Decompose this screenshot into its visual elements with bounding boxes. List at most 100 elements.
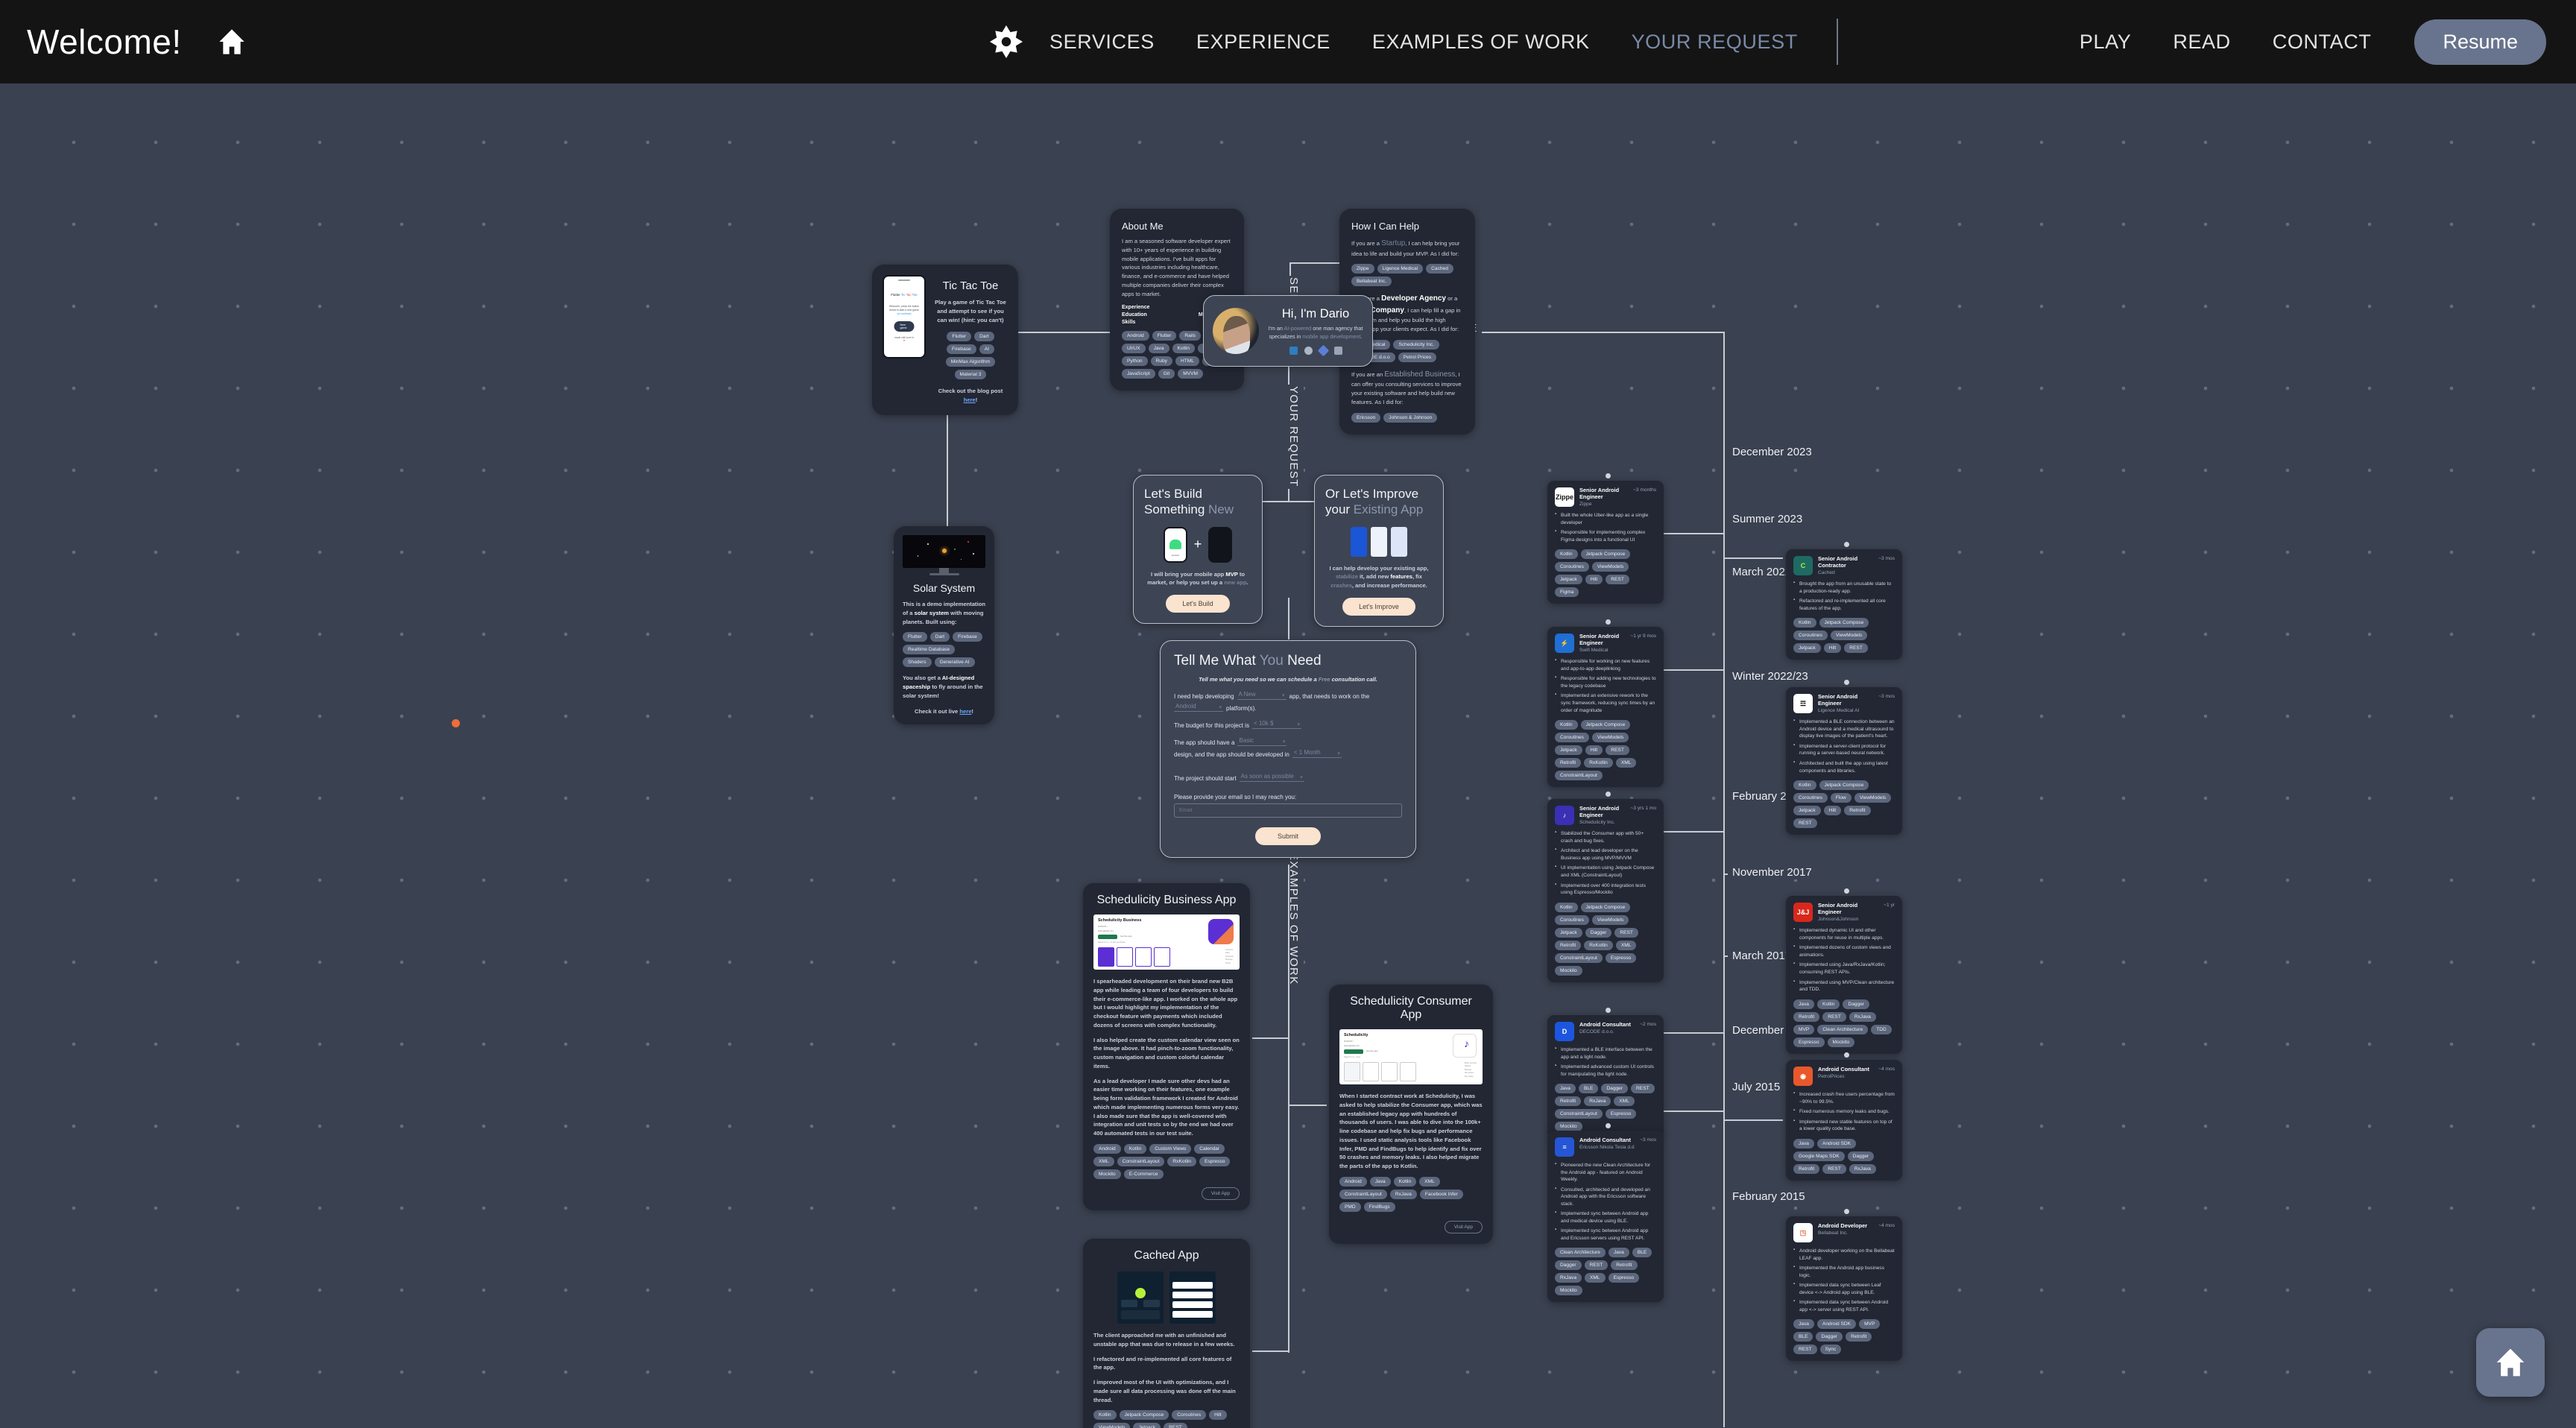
job-company: DECODE d.o.o. [1579, 1029, 1614, 1035]
lets-build-card[interactable]: Let's Build Something New android + I wi… [1133, 475, 1263, 625]
lets-improve-card[interactable]: Or Let's Improve your Existing App I can… [1314, 475, 1444, 627]
company-logo-icon: J&J [1793, 903, 1813, 922]
project-card-schedulicity-business[interactable]: Schedulicity Business App Schedulicity B… [1083, 883, 1250, 1211]
edge-line [1252, 1037, 1288, 1039]
hero-profile-card[interactable]: Hi, I'm Dario I'm an AI-powered one man … [1203, 295, 1373, 367]
node-handle[interactable] [1844, 680, 1849, 685]
home-icon[interactable] [2476, 1328, 2545, 1397]
tech-chip: ViewModels [1591, 733, 1629, 743]
project-card-schedulicity-consumer[interactable]: Schedulicity Consumer App Schedulicity ★… [1329, 985, 1493, 1244]
node-handle[interactable] [1606, 1008, 1611, 1013]
tech-chip: RxJava [1555, 1273, 1582, 1283]
visit-app-button[interactable]: Visit App [1444, 1220, 1483, 1233]
company-logo-icon: Zippe [1555, 487, 1574, 507]
tech-chip: Kotlin [1555, 902, 1578, 912]
tech-chip: Figma [1555, 587, 1579, 598]
cached-app-screenshots [1093, 1271, 1240, 1324]
experience-job-card[interactable]: ☲ Senior Android Engineer Ligence Medical … [1786, 680, 1902, 835]
node-graph-canvas[interactable]: SERVICES PLAYGROUND EXPERIENCE YOUR REQU… [0, 83, 2576, 1428]
help-text: or a [1446, 295, 1458, 303]
node-handle[interactable] [1844, 542, 1849, 547]
node-handle[interactable] [1606, 792, 1611, 797]
improve-desc-text: , fix [1412, 573, 1423, 581]
tech-chip: Coroutines [1793, 793, 1828, 803]
tic-tac-toe-blog-link[interactable]: here [964, 397, 976, 403]
timeline-date-label: Summer 2023 [1728, 512, 1808, 526]
experience-job-card[interactable]: ◉ Android Consultant PetrolPrices ~4 mos Inc… [1786, 1052, 1902, 1181]
tic-tac-toe-link-text: Check out the blog post [938, 388, 1003, 395]
nav-link-read[interactable]: READ [2152, 31, 2251, 54]
tech-chip: Realtime Database [903, 645, 956, 655]
tech-chip: BLE [1793, 1332, 1813, 1342]
job-duration: ~1 yr 9 mos [1630, 634, 1656, 639]
job-bullet: Implemented advanced custom UI controls … [1555, 1063, 1656, 1078]
experience-job-card[interactable]: ◳ Android DeveloperBellabeat Inc. ~4 mos An… [1786, 1209, 1902, 1362]
job-bullet-list: Android developer working on the Bellabe… [1793, 1247, 1895, 1313]
select-start-date[interactable]: As soon as possible [1239, 773, 1304, 782]
select-design[interactable]: Basic [1237, 737, 1287, 746]
lets-build-button[interactable]: Let's Build [1166, 595, 1230, 613]
tech-chip: Espresso [1793, 1037, 1825, 1047]
tech-chip: Android [1122, 331, 1149, 341]
github-icon[interactable] [1304, 347, 1313, 356]
select-timeline[interactable]: < 1 Month [1292, 749, 1342, 758]
select-app-type[interactable]: A New [1237, 691, 1287, 700]
node-handle[interactable] [1844, 888, 1849, 894]
tic-tac-toe-card[interactable]: Flutter Tic Tac Toe Welcome, press the b… [872, 265, 1018, 415]
job-role: Senior Android Contractor [1818, 555, 1858, 569]
mail-icon[interactable] [1333, 347, 1342, 356]
node-handle[interactable] [1844, 1052, 1849, 1058]
experience-job-card[interactable]: C Senior Android ContractorCached ~3 mos Br… [1786, 542, 1902, 660]
node-handle[interactable] [1844, 1209, 1849, 1214]
job-bullet: Implemented dynamic UI and other compone… [1793, 926, 1895, 941]
nav-link-contact[interactable]: CONTACT [2252, 31, 2393, 54]
select-budget[interactable]: < 10k $ [1251, 720, 1301, 729]
visit-app-button[interactable]: Visit App [1201, 1187, 1240, 1201]
email-field[interactable] [1174, 803, 1402, 818]
gear-icon[interactable] [984, 19, 1029, 64]
submit-button[interactable]: Submit [1254, 827, 1321, 845]
select-platform[interactable]: Android [1174, 703, 1223, 712]
tech-chip: REST [1606, 745, 1629, 756]
solar-live-link[interactable]: here [959, 708, 971, 715]
experience-job-card[interactable]: D Android ConsultantDECODE d.o.o. ~2 mos Im… [1547, 1008, 1664, 1139]
experience-job-card[interactable]: Zippe Senior Android Engineer Zippe ~3 mont… [1547, 473, 1664, 604]
linkedin-icon[interactable] [1289, 347, 1298, 356]
tech-chip: Jetpack [1793, 806, 1821, 816]
company-logo-icon: ☲ [1793, 694, 1813, 713]
dev-icon[interactable] [1317, 345, 1329, 357]
nav-link-experience[interactable]: EXPERIENCE [1175, 31, 1351, 54]
home-icon[interactable] [216, 26, 247, 57]
timeline-date-label: Winter 2022/23 [1728, 669, 1813, 683]
job-bullet: Implemented data sync between Leaf devic… [1793, 1281, 1895, 1296]
experience-job-card[interactable]: ≡ Android Consultant Ericsson Nikola Tesla… [1547, 1123, 1664, 1303]
tech-chip: Java [1793, 1319, 1814, 1330]
edge-line [1723, 557, 1783, 559]
solar-system-card[interactable]: Solar System This is a demo implementati… [894, 526, 994, 725]
app-screen-mock [1391, 526, 1407, 557]
tech-chip: Kotlin [1123, 1144, 1147, 1154]
node-handle[interactable] [1606, 619, 1611, 625]
nav-link-your-request[interactable]: YOUR REQUEST [1611, 31, 1819, 54]
tic-tac-toe-newgame-button[interactable]: New game [894, 321, 915, 332]
tech-chip: UI/UX [1122, 344, 1146, 354]
nav-link-examples-of-work[interactable]: EXAMPLES OF WORK [1351, 31, 1611, 54]
resume-button[interactable]: Resume [2414, 19, 2546, 65]
nav-link-play[interactable]: PLAY [2059, 31, 2152, 54]
nav-link-services[interactable]: SERVICES [1029, 31, 1175, 54]
node-handle[interactable] [1606, 473, 1611, 478]
node-handle[interactable] [1606, 1123, 1611, 1128]
request-form-card[interactable]: Tell Me What You Need Tell me what you n… [1160, 640, 1416, 858]
tech-chip: Kotlin [1816, 999, 1840, 1009]
lets-improve-button[interactable]: Let's Improve [1342, 597, 1415, 616]
tech-chip: Flutter [1152, 331, 1177, 341]
edge-line [1723, 332, 1725, 1427]
experience-job-card[interactable]: J&J Senior Android Engineer Johnson&Johnso… [1786, 888, 1902, 1054]
experience-job-card[interactable]: ⚡ Senior Android Engineer Swifi Medical ~1 … [1547, 619, 1664, 788]
job-role: Android Consultant [1579, 1021, 1631, 1028]
form-label: Please provide your email so I may reach… [1174, 794, 1297, 800]
app-screen-mock [1371, 526, 1387, 557]
tech-chip: REST [1793, 818, 1817, 829]
project-card-cached[interactable]: Cached App The client approached me with… [1083, 1239, 1250, 1428]
experience-job-card[interactable]: ♪ Senior Android Engineer Schedulicity Inc… [1547, 792, 1664, 982]
